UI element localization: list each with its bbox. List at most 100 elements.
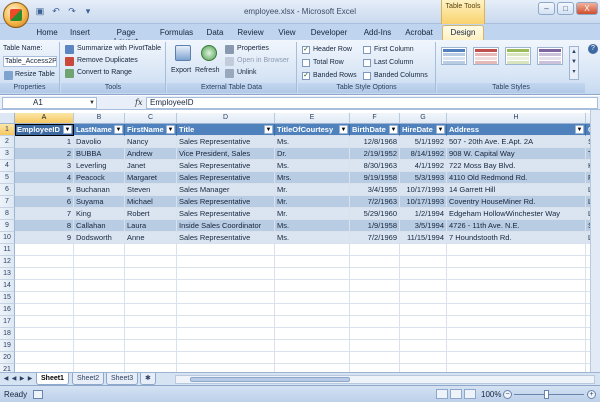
- last-sheet-arrow-icon[interactable]: ▶: [26, 374, 34, 384]
- row-header[interactable]: 5: [0, 172, 15, 184]
- refresh-button[interactable]: Refresh: [195, 67, 220, 74]
- help-icon[interactable]: ?: [588, 44, 598, 54]
- tab-acrobat[interactable]: Acrobat: [404, 26, 434, 39]
- table-cell[interactable]: Andrew: [125, 148, 177, 160]
- empty-cell[interactable]: [15, 268, 74, 280]
- empty-cell[interactable]: [350, 244, 400, 256]
- table-cell[interactable]: Mrs.: [275, 172, 350, 184]
- empty-cell[interactable]: [275, 304, 350, 316]
- column-header[interactable]: H: [447, 113, 586, 124]
- empty-cell[interactable]: [275, 268, 350, 280]
- styles-scroll-button[interactable]: ▲ ▼ ▾: [569, 46, 579, 80]
- table-cell[interactable]: Mr.: [275, 184, 350, 196]
- empty-cell[interactable]: [177, 304, 275, 316]
- header-cell[interactable]: Title ▼: [177, 124, 275, 136]
- table-cell[interactable]: 9: [15, 232, 74, 244]
- empty-cell[interactable]: [350, 340, 400, 352]
- filter-dropdown-icon[interactable]: ▼: [166, 125, 175, 134]
- table-cell[interactable]: 2/19/1952: [350, 148, 400, 160]
- insert-sheet-icon[interactable]: ✱: [140, 373, 156, 385]
- prev-sheet-arrow-icon[interactable]: ◀: [10, 374, 18, 384]
- zoom-slider[interactable]: [514, 394, 584, 395]
- empty-cell[interactable]: [15, 352, 74, 364]
- empty-cell[interactable]: [275, 364, 350, 372]
- empty-cell[interactable]: [400, 364, 447, 372]
- empty-cell[interactable]: [447, 268, 586, 280]
- export-button[interactable]: Export: [171, 67, 191, 74]
- table-cell[interactable]: 7 Houndstooth Rd.: [447, 232, 586, 244]
- empty-cell[interactable]: [275, 292, 350, 304]
- empty-cell[interactable]: [125, 364, 177, 372]
- empty-cell[interactable]: [447, 244, 586, 256]
- unlink-button[interactable]: Unlink: [237, 69, 256, 76]
- empty-cell[interactable]: [15, 280, 74, 292]
- table-cell[interactable]: Sales Representative: [177, 160, 275, 172]
- filter-dropdown-icon[interactable]: ▼: [436, 125, 445, 134]
- header-cell[interactable]: BirthDate ▼: [350, 124, 400, 136]
- column-header[interactable]: F: [350, 113, 400, 124]
- empty-cell[interactable]: [125, 304, 177, 316]
- table-cell[interactable]: Ms.: [275, 232, 350, 244]
- empty-cell[interactable]: [74, 340, 125, 352]
- row-header[interactable]: 6: [0, 184, 15, 196]
- table-style-swatch[interactable]: [473, 47, 499, 65]
- table-cell[interactable]: 4: [15, 172, 74, 184]
- row-header[interactable]: 13: [0, 268, 15, 280]
- close-button[interactable]: X: [576, 2, 598, 15]
- empty-cell[interactable]: [15, 340, 74, 352]
- table-cell[interactable]: Sales Representative: [177, 232, 275, 244]
- empty-cell[interactable]: [177, 364, 275, 372]
- table-cell[interactable]: Ms.: [275, 160, 350, 172]
- empty-cell[interactable]: [400, 328, 447, 340]
- next-sheet-arrow-icon[interactable]: ▶: [18, 374, 26, 384]
- row-header[interactable]: 7: [0, 196, 15, 208]
- filter-dropdown-icon[interactable]: ▼: [575, 125, 584, 134]
- empty-cell[interactable]: [447, 304, 586, 316]
- empty-cell[interactable]: [400, 244, 447, 256]
- empty-cell[interactable]: [15, 316, 74, 328]
- empty-cell[interactable]: [177, 256, 275, 268]
- empty-cell[interactable]: [275, 352, 350, 364]
- row-header[interactable]: 18: [0, 328, 15, 340]
- macro-record-icon[interactable]: [33, 390, 43, 399]
- empty-cell[interactable]: [125, 256, 177, 268]
- office-button[interactable]: [3, 2, 29, 28]
- table-cell[interactable]: 908 W. Capital Way: [447, 148, 586, 160]
- row-header[interactable]: 16: [0, 304, 15, 316]
- empty-cell[interactable]: [177, 292, 275, 304]
- empty-cell[interactable]: [74, 364, 125, 372]
- table-cell[interactable]: 3: [15, 160, 74, 172]
- empty-cell[interactable]: [400, 352, 447, 364]
- formula-input[interactable]: EmployeeID: [146, 97, 598, 109]
- header-cell[interactable]: FirstName ▼: [125, 124, 177, 136]
- table-cell[interactable]: 10/17/1993: [400, 184, 447, 196]
- table-cell[interactable]: 11/15/1994: [400, 232, 447, 244]
- table-cell[interactable]: Sales Representative: [177, 196, 275, 208]
- empty-cell[interactable]: [447, 256, 586, 268]
- row-header[interactable]: 15: [0, 292, 15, 304]
- vertical-scrollbar[interactable]: [590, 110, 600, 372]
- empty-cell[interactable]: [350, 256, 400, 268]
- table-cell[interactable]: 7: [15, 208, 74, 220]
- empty-cell[interactable]: [125, 352, 177, 364]
- empty-cell[interactable]: [125, 280, 177, 292]
- column-header[interactable]: D: [177, 113, 275, 124]
- tab-insert[interactable]: Insert: [66, 26, 94, 39]
- row-header[interactable]: 17: [0, 316, 15, 328]
- empty-cell[interactable]: [74, 280, 125, 292]
- row-header[interactable]: 9: [0, 220, 15, 232]
- table-cell[interactable]: Sales Manager: [177, 184, 275, 196]
- horizontal-scrollbar[interactable]: [175, 375, 595, 384]
- table-cell[interactable]: 7/2/1969: [350, 232, 400, 244]
- last-column-checkbox[interactable]: [363, 59, 371, 67]
- table-cell[interactable]: Sales Representative: [177, 172, 275, 184]
- first-column-checkbox[interactable]: [363, 46, 371, 54]
- empty-cell[interactable]: [74, 244, 125, 256]
- empty-cell[interactable]: [447, 340, 586, 352]
- table-cell[interactable]: 8: [15, 220, 74, 232]
- table-cell[interactable]: 7/2/1963: [350, 196, 400, 208]
- table-cell[interactable]: 2: [15, 148, 74, 160]
- table-cell[interactable]: Mr.: [275, 196, 350, 208]
- table-cell[interactable]: 722 Moss Bay Blvd.: [447, 160, 586, 172]
- table-cell[interactable]: 8/30/1963: [350, 160, 400, 172]
